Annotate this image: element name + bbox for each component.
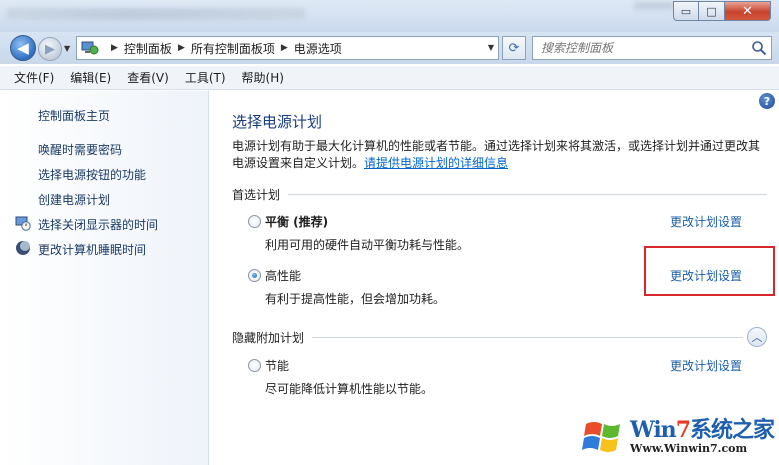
sidebar: 控制面板主页 唤醒时需要密码 选择电源按钮的功能 创建电源计划 选择关闭显示器的… [0,91,209,465]
plan-high-performance-name[interactable]: 高性能 [265,267,301,284]
preferred-plans-heading: 首选计划 [232,188,281,202]
watermark: Win7系统之家 Www.Winwin7.com [580,412,779,465]
section-divider [312,336,743,338]
menu-edit[interactable]: 编辑(E) [70,69,111,86]
control-panel-icon [81,41,99,55]
details-link[interactable]: 请提供电源计划的详细信息 [364,156,508,170]
plan-balanced-name[interactable]: 平衡 (推荐) [265,213,328,230]
blurred-title-right [634,2,674,10]
plan-power-saver-radio[interactable] [248,359,261,372]
plan-power-saver-desc: 尽可能降低计算机性能以节能。 [265,382,434,396]
sidebar-link-sleep-time[interactable]: 更改计算机睡眠时间 [38,241,146,258]
back-button[interactable]: ◀ [10,35,36,61]
maximize-button[interactable]: □ [699,1,725,21]
history-dropdown-icon[interactable]: ▼ [64,44,70,53]
breadcrumb-all-items[interactable]: 所有控制面板项 [191,40,275,57]
collapse-chevron-up-icon[interactable]: ︿ [747,327,767,347]
page-title: 选择电源计划 [232,113,323,131]
menu-tools[interactable]: 工具(T) [185,69,226,86]
menu-file[interactable]: 文件(F) [14,69,54,86]
menu-view[interactable]: 查看(V) [127,69,169,86]
window-controls: ▭ □ ✕ [673,1,771,21]
page-description: 电源计划有助于最大化计算机的性能或者节能。通过选择计划来将其激活，或选择计划并通… [232,138,767,172]
navigation-bar: ◀ ▶ ▼ ▶ 控制面板 ▶ 所有控制面板项 ▶ 电源选项 ▼ ⟳ [0,32,779,64]
moon-icon [16,241,30,255]
watermark-url: Www.Winwin7.com [630,442,748,455]
menu-bar: 文件(F) 编辑(E) 查看(V) 工具(T) 帮助(H) [0,66,779,90]
minimize-button[interactable]: ▭ [673,1,699,21]
main-content: ? 选择电源计划 电源计划有助于最大化计算机的性能或者节能。通过选择计划来将其激… [210,91,779,465]
plan-balanced-desc: 利用可用的硬件自动平衡功耗与性能。 [265,238,470,252]
plan-high-performance-radio[interactable] [248,269,261,282]
close-button[interactable]: ✕ [725,1,771,21]
menu-help[interactable]: 帮助(H) [242,69,284,86]
highlight-box [644,246,775,296]
section-divider [288,194,767,195]
blurred-title [6,8,306,20]
sidebar-link-display-off[interactable]: 选择关闭显示器的时间 [38,216,158,233]
address-dropdown-icon[interactable]: ▼ [488,43,494,52]
monitor-clock-icon [15,216,31,231]
breadcrumb-arrow-icon[interactable]: ▶ [111,43,118,53]
hidden-plans-heading: 隐藏附加计划 [232,330,305,345]
change-plan-settings-balanced[interactable]: 更改计划设置 [670,213,742,230]
search-input[interactable] [541,41,741,55]
breadcrumb-arrow-icon[interactable]: ▶ [281,43,288,53]
breadcrumb-control-panel[interactable]: 控制面板 [124,40,172,57]
windows-logo-icon [582,422,620,452]
breadcrumb: ▶ 控制面板 ▶ 所有控制面板项 ▶ 电源选项 [105,40,342,57]
change-plan-settings-power-saver[interactable]: 更改计划设置 [670,357,742,374]
watermark-brand: Win7系统之家 [630,417,775,443]
forward-button[interactable]: ▶ [38,37,62,61]
preferred-plans-section: 首选计划 [232,186,767,203]
search-icon[interactable] [751,40,767,56]
plan-balanced-radio[interactable] [248,215,261,228]
sidebar-link-power-buttons[interactable]: 选择电源按钮的功能 [38,166,146,183]
search-box[interactable] [532,36,772,60]
address-bar[interactable]: ▶ 控制面板 ▶ 所有控制面板项 ▶ 电源选项 ▼ [76,36,499,60]
sidebar-link-create-plan[interactable]: 创建电源计划 [38,191,110,208]
breadcrumb-arrow-icon[interactable]: ▶ [178,43,185,53]
refresh-button[interactable]: ⟳ [502,36,526,60]
hidden-plans-section: 隐藏附加计划 ︿ [232,327,767,347]
sidebar-home-link[interactable]: 控制面板主页 [38,107,110,124]
plan-high-performance-desc: 有利于提高性能，但会增加功耗。 [265,292,446,306]
help-icon[interactable]: ? [759,93,775,109]
breadcrumb-power-options[interactable]: 电源选项 [294,40,342,57]
sidebar-link-wake-password[interactable]: 唤醒时需要密码 [38,141,122,158]
title-bar: ▭ □ ✕ [0,0,779,32]
plan-power-saver-name[interactable]: 节能 [265,357,289,374]
